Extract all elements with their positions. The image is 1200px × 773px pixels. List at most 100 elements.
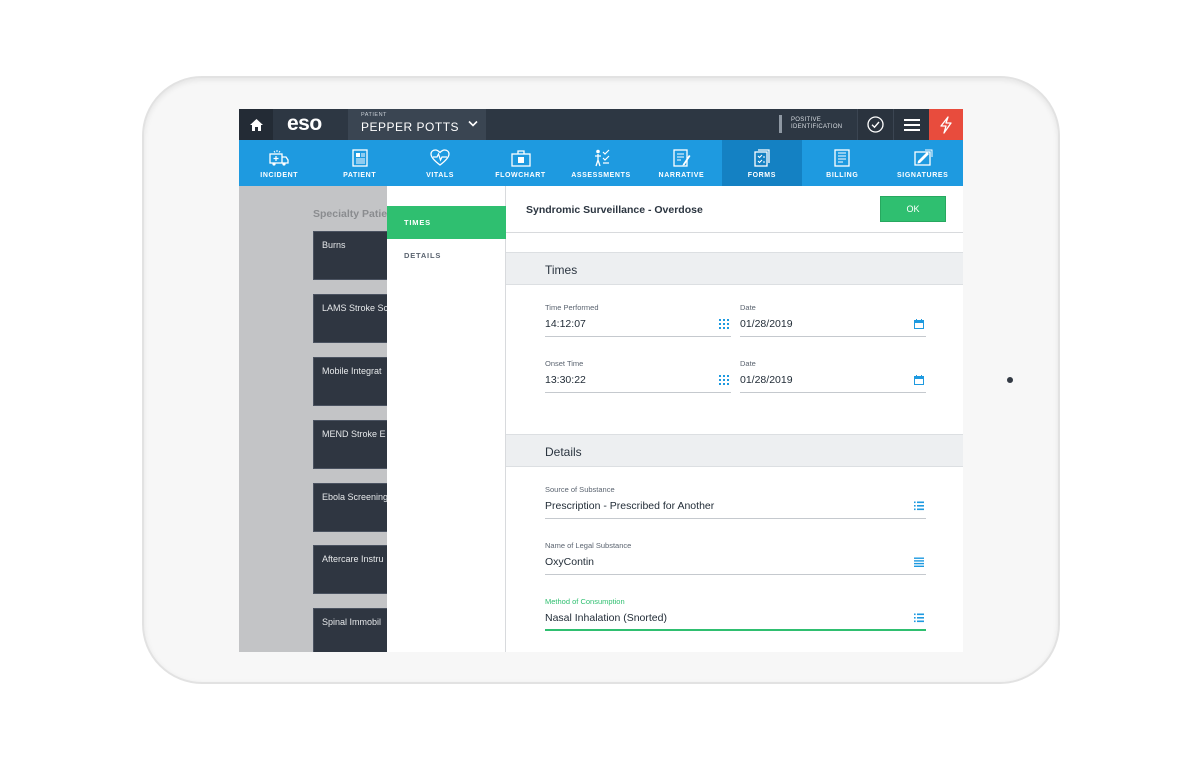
app-screen: eso PATIENT PEPPER POTTS POSITIVE IDENTI…	[239, 109, 963, 652]
medkit-icon	[510, 150, 531, 167]
specialty-card[interactable]: Aftercare Instru	[313, 545, 393, 594]
tab-label: FLOWCHART	[495, 172, 546, 179]
calendar-icon[interactable]	[914, 375, 924, 385]
tab-label: FORMS	[747, 172, 776, 179]
tab-assessments[interactable]: ASSESSMENTS	[561, 140, 641, 186]
section-nav: INCIDENT PATIENT VITALS FLOWCHART ASSESS…	[239, 140, 963, 186]
keypad-icon[interactable]	[719, 319, 729, 329]
patient-selector[interactable]: PATIENT PEPPER POTTS	[348, 109, 486, 140]
specialty-card[interactable]: Burns	[313, 231, 393, 280]
home-button[interactable]	[239, 109, 273, 140]
date-field[interactable]: Date 01/28/2019	[740, 359, 926, 393]
form-title: Syndromic Surveillance - Overdose	[526, 204, 703, 216]
specialty-card[interactable]: Mobile Integrat	[313, 357, 393, 406]
side-nav-label: TIMES	[404, 218, 431, 227]
ok-button[interactable]: OK	[880, 196, 946, 222]
date-field[interactable]: Date 01/28/2019	[740, 303, 926, 337]
specialty-card[interactable]: Ebola Screening	[313, 483, 393, 532]
field-value: 01/28/2019	[740, 318, 793, 330]
onset-time-field[interactable]: Onset Time 13:30:22	[545, 359, 731, 393]
field-value: 01/28/2019	[740, 374, 793, 386]
alert-button[interactable]	[929, 109, 963, 140]
card-label: Mobile Integrat	[322, 366, 382, 376]
tab-label: INCIDENT	[260, 172, 299, 179]
tab-incident[interactable]: INCIDENT	[239, 140, 319, 186]
tab-flowchart[interactable]: FLOWCHART	[480, 140, 560, 186]
form-side-nav: TIMES DETAILS	[387, 186, 506, 652]
patient-caption: PATIENT	[361, 112, 387, 118]
section-header-times: Times	[506, 252, 963, 285]
tab-label: NARRATIVE	[658, 172, 705, 179]
tab-forms[interactable]: FORMS	[721, 140, 803, 186]
specialty-card[interactable]: MEND Stroke E	[313, 420, 393, 469]
specialty-card[interactable]: Spinal Immobil	[313, 608, 393, 652]
side-nav-details[interactable]: DETAILS	[387, 239, 506, 272]
body-icon	[594, 149, 610, 167]
legal-substance-field[interactable]: Name of Legal Substance OxyContin	[545, 541, 926, 575]
section-header-details: Details	[506, 434, 963, 467]
form-panel: Syndromic Surveillance - Overdose OK Tim…	[506, 186, 963, 652]
positive-id-bar	[779, 115, 782, 133]
tab-label: ASSESSMENTS	[571, 172, 631, 179]
tab-label: PATIENT	[343, 172, 377, 179]
card-label: Burns	[322, 240, 346, 250]
form-header: Syndromic Surveillance - Overdose OK	[506, 186, 963, 233]
tab-signatures[interactable]: SIGNATURES	[883, 140, 963, 186]
field-label: Source of Substance	[545, 485, 615, 494]
list-icon[interactable]	[914, 613, 924, 623]
card-label: MEND Stroke E	[322, 429, 386, 439]
menu-button[interactable]	[893, 109, 929, 140]
ambulance-icon	[269, 150, 289, 166]
positive-id-line1: POSITIVE	[791, 117, 822, 123]
specialty-title: Specialty Patie	[313, 208, 388, 220]
field-label: Name of Legal Substance	[545, 541, 632, 550]
forms-icon	[754, 149, 770, 167]
field-label: Onset Time	[545, 359, 584, 368]
field-label: Date	[740, 303, 756, 312]
time-performed-field[interactable]: Time Performed 14:12:07	[545, 303, 731, 337]
tab-vitals[interactable]: VITALS	[400, 140, 480, 186]
specialty-card[interactable]: LAMS Stroke Sc	[313, 294, 393, 343]
patient-name: PEPPER POTTS	[361, 120, 460, 134]
pencil-doc-icon	[673, 149, 691, 167]
field-label: Date	[740, 359, 756, 368]
card-label: LAMS Stroke Sc	[322, 303, 389, 313]
card-label: Ebola Screening	[322, 492, 389, 502]
positive-identification[interactable]: POSITIVE IDENTIFICATION	[779, 109, 857, 140]
tab-billing[interactable]: BILLING	[802, 140, 882, 186]
side-nav-times[interactable]: TIMES	[387, 206, 506, 239]
eso-logo: eso	[287, 112, 322, 135]
home-icon	[249, 118, 263, 131]
complete-button[interactable]	[857, 109, 893, 140]
list-icon[interactable]	[914, 501, 924, 511]
check-circle-icon	[867, 116, 884, 133]
heart-pulse-icon	[430, 149, 450, 166]
keypad-icon[interactable]	[719, 375, 729, 385]
lines-icon[interactable]	[914, 557, 924, 567]
calendar-icon[interactable]	[914, 319, 924, 329]
top-bar: eso PATIENT PEPPER POTTS POSITIVE IDENTI…	[239, 109, 963, 140]
tab-label: SIGNATURES	[897, 172, 949, 179]
source-of-substance-field[interactable]: Source of Substance Prescription - Presc…	[545, 485, 926, 519]
tab-narrative[interactable]: NARRATIVE	[641, 140, 721, 186]
section-title: Times	[545, 263, 578, 277]
field-value: OxyContin	[545, 556, 595, 568]
field-label: Method of Consumption	[545, 597, 625, 606]
card-label: Aftercare Instru	[322, 554, 384, 564]
tab-label: BILLING	[826, 172, 859, 179]
billing-icon	[834, 149, 850, 167]
signature-icon	[914, 149, 933, 166]
side-nav-label: DETAILS	[404, 251, 442, 260]
field-label: Time Performed	[545, 303, 599, 312]
tab-patient[interactable]: PATIENT	[319, 140, 399, 186]
method-of-consumption-field[interactable]: Method of Consumption Nasal Inhalation (…	[545, 597, 926, 631]
section-title: Details	[545, 445, 582, 459]
field-value: 14:12:07	[545, 318, 586, 330]
field-value: Prescription - Prescribed for Another	[545, 500, 715, 512]
lightning-icon	[940, 115, 952, 134]
field-value: Nasal Inhalation (Snorted)	[545, 612, 667, 624]
tab-label: VITALS	[426, 172, 455, 179]
chevron-down-icon	[468, 120, 478, 127]
tablet-camera	[1007, 377, 1013, 383]
patient-card-icon	[352, 149, 368, 167]
